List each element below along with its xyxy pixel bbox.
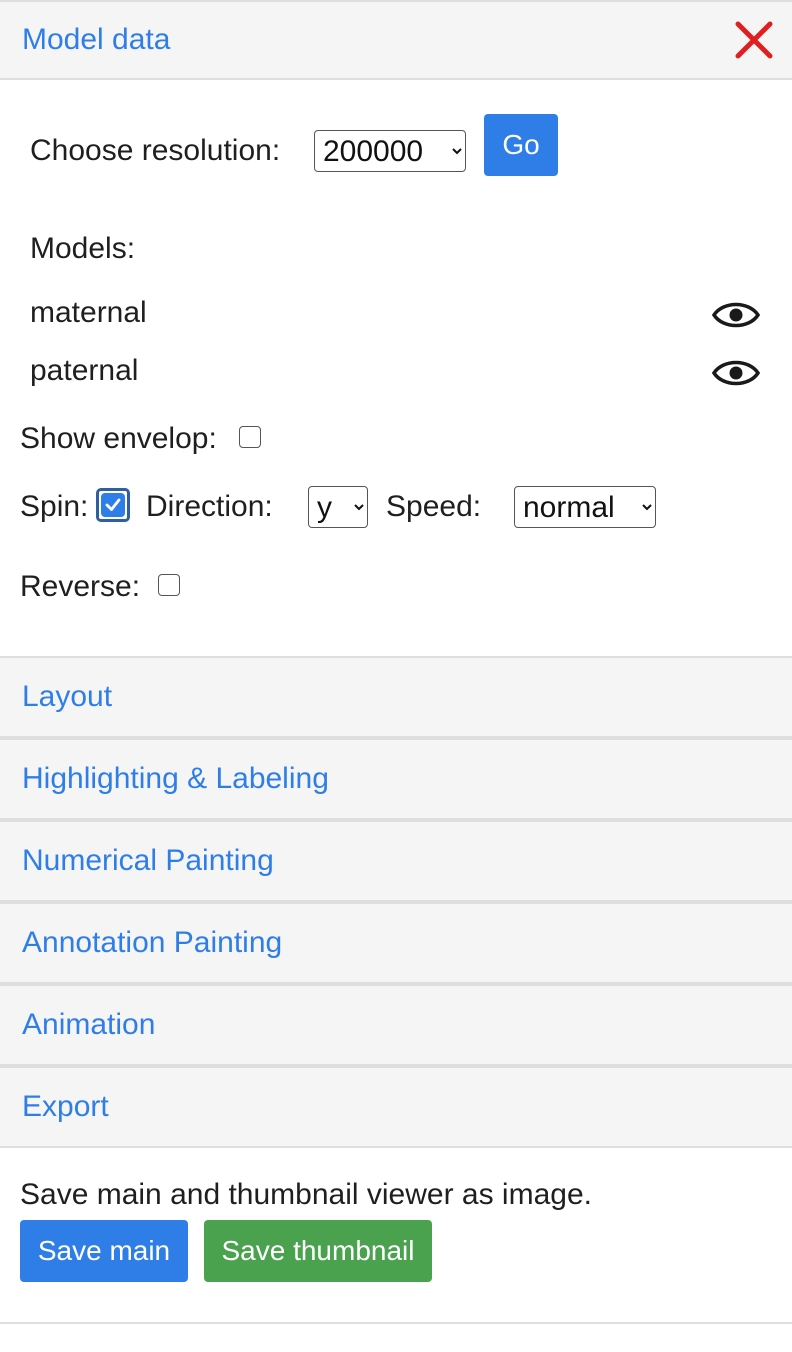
section-annotation-painting-label: Annotation Painting bbox=[22, 926, 283, 959]
resolution-label: Choose resolution: bbox=[30, 134, 281, 167]
save-main-button[interactable]: Save main bbox=[20, 1220, 188, 1282]
model-data-title: Model data bbox=[22, 23, 171, 56]
model-name-maternal: maternal bbox=[30, 296, 147, 329]
save-thumbnail-button[interactable]: Save thumbnail bbox=[204, 1220, 432, 1282]
show-envelop-label: Show envelop: bbox=[20, 422, 217, 455]
speed-select[interactable]: normal bbox=[514, 486, 656, 528]
go-button[interactable]: Go bbox=[484, 114, 558, 176]
section-numerical-painting-label: Numerical Painting bbox=[22, 844, 274, 877]
close-icon[interactable] bbox=[734, 20, 774, 60]
eye-icon[interactable] bbox=[711, 298, 761, 332]
section-highlighting-labeling[interactable]: Highlighting & Labeling bbox=[0, 738, 792, 820]
reverse-label: Reverse: bbox=[20, 570, 141, 603]
model-data-header[interactable]: Model data bbox=[0, 0, 792, 80]
checkmark-icon bbox=[105, 498, 121, 511]
direction-select[interactable]: y bbox=[308, 486, 368, 528]
eye-icon[interactable] bbox=[711, 356, 761, 390]
section-export[interactable]: Export bbox=[0, 1066, 792, 1148]
direction-label: Direction: bbox=[146, 490, 273, 523]
models-label: Models: bbox=[30, 232, 136, 265]
section-animation[interactable]: Animation bbox=[0, 984, 792, 1066]
section-export-label: Export bbox=[22, 1090, 109, 1123]
section-layout-label: Layout bbox=[22, 680, 113, 713]
resolution-select[interactable]: 200000 bbox=[314, 130, 466, 172]
spin-checkbox[interactable] bbox=[96, 488, 130, 522]
show-envelop-checkbox[interactable] bbox=[239, 426, 261, 448]
section-numerical-painting[interactable]: Numerical Painting bbox=[0, 820, 792, 902]
spin-label: Spin: bbox=[20, 490, 89, 523]
export-description: Save main and thumbnail viewer as image. bbox=[20, 1178, 592, 1211]
reverse-checkbox[interactable] bbox=[158, 574, 180, 596]
speed-label: Speed: bbox=[386, 490, 482, 523]
bottom-divider bbox=[0, 1322, 792, 1324]
section-highlighting-labeling-label: Highlighting & Labeling bbox=[22, 762, 329, 795]
section-animation-label: Animation bbox=[22, 1008, 156, 1041]
model-name-paternal: paternal bbox=[30, 354, 139, 387]
section-annotation-painting[interactable]: Annotation Painting bbox=[0, 902, 792, 984]
section-layout[interactable]: Layout bbox=[0, 656, 792, 738]
